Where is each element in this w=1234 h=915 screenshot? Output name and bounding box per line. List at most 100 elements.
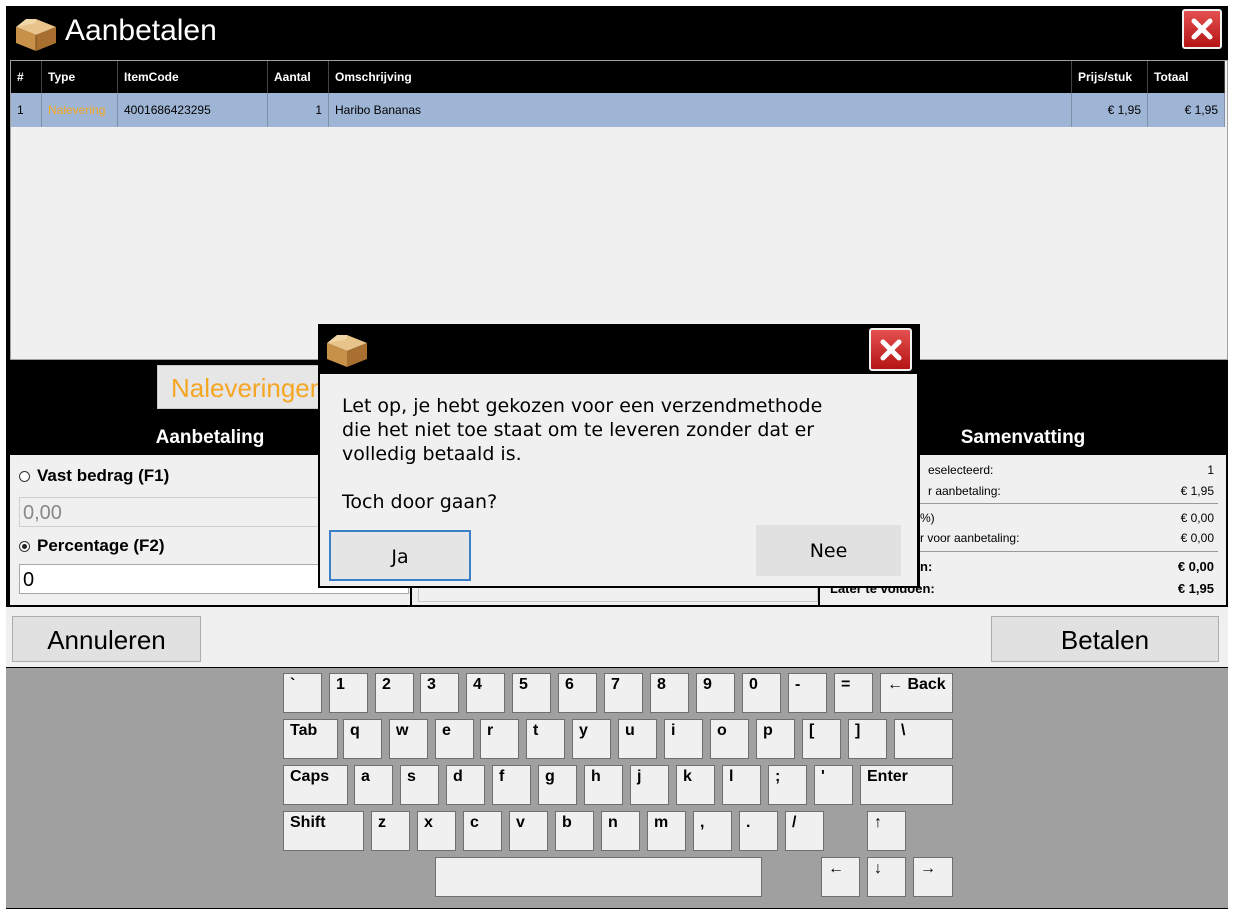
key-y[interactable]: y xyxy=(572,719,611,759)
cell-omschrijving: Haribo Bananas xyxy=(328,93,1072,127)
key-backspace[interactable]: ← Back xyxy=(880,673,953,713)
key-comma[interactable]: , xyxy=(693,811,732,851)
key-m[interactable]: m xyxy=(647,811,686,851)
window-title: Aanbetalen xyxy=(65,14,217,47)
select-dropdown[interactable]: Naleveringen xyxy=(157,365,327,409)
percentage-option[interactable]: Percentage (F2) xyxy=(19,536,165,556)
table-header-row: # Type ItemCode Aantal Omschrijving Prij… xyxy=(11,61,1225,93)
key-f[interactable]: f xyxy=(492,765,531,805)
window-close-button[interactable] xyxy=(1182,9,1222,49)
key-g[interactable]: g xyxy=(538,765,577,805)
cell-itemcode: 4001686423295 xyxy=(117,93,268,127)
cell-totaal: € 1,95 xyxy=(1147,93,1225,127)
vast-bedrag-label: Vast bedrag (F1) xyxy=(37,466,170,485)
key-9[interactable]: 9 xyxy=(696,673,735,713)
key-arrow-right[interactable]: → xyxy=(913,857,953,897)
key-s[interactable]: s xyxy=(400,765,439,805)
key-caps[interactable]: Caps xyxy=(283,765,348,805)
nee-button[interactable]: Nee xyxy=(756,525,901,576)
key-tab[interactable]: Tab xyxy=(283,719,338,759)
key-i[interactable]: i xyxy=(664,719,703,759)
key-arrow-up[interactable]: ↑ xyxy=(867,811,906,851)
key-4[interactable]: 4 xyxy=(466,673,505,713)
key-slash[interactable]: / xyxy=(785,811,824,851)
key-v[interactable]: v xyxy=(509,811,548,851)
key-semicolon[interactable]: ; xyxy=(768,765,807,805)
key-x[interactable]: x xyxy=(417,811,456,851)
sum-label-geselecteerd: eselecteerd: xyxy=(928,463,994,477)
cell-prijs: € 1,95 xyxy=(1071,93,1148,127)
sum-value-geselecteerd: 1 xyxy=(1207,463,1214,477)
key-5[interactable]: 5 xyxy=(512,673,551,713)
key-t[interactable]: t xyxy=(526,719,565,759)
table-row[interactable]: 1 Nalevering 4001686423295 1 Haribo Bana… xyxy=(11,93,1225,127)
cell-type: Nalevering xyxy=(41,93,118,127)
key-a[interactable]: a xyxy=(354,765,393,805)
package-box-icon xyxy=(16,19,56,51)
percentage-radio[interactable] xyxy=(19,540,30,552)
title-bar: Aanbetalen xyxy=(6,6,1228,56)
col-header-totaal[interactable]: Totaal xyxy=(1147,61,1225,93)
key-left-bracket[interactable]: [ xyxy=(802,719,841,759)
key-7[interactable]: 7 xyxy=(604,673,643,713)
key-backslash[interactable]: \ xyxy=(894,719,953,759)
vast-bedrag-option[interactable]: Vast bedrag (F1) xyxy=(19,466,169,486)
key-0[interactable]: 0 xyxy=(742,673,781,713)
close-icon xyxy=(880,339,901,360)
key-equals[interactable]: = xyxy=(834,673,873,713)
key-backtick[interactable]: ` xyxy=(283,673,322,713)
ja-button[interactable]: Ja xyxy=(329,530,471,581)
percentage-label: Percentage (F2) xyxy=(37,536,165,555)
key-minus[interactable]: - xyxy=(788,673,827,713)
key-d[interactable]: d xyxy=(446,765,485,805)
key-o[interactable]: o xyxy=(710,719,749,759)
sum-value-nu-te-betalen: € 0,00 xyxy=(1177,559,1214,574)
cell-nr: 1 xyxy=(11,93,42,127)
sum-value-later: € 1,95 xyxy=(1177,581,1214,596)
sum-label-aanbetaling: r aanbetaling: xyxy=(928,484,1001,498)
col-header-itemcode[interactable]: ItemCode xyxy=(117,61,268,93)
key-n[interactable]: n xyxy=(601,811,640,851)
col-header-prijs[interactable]: Prijs/stuk xyxy=(1071,61,1148,93)
cell-aantal: 1 xyxy=(267,93,329,127)
select-label: Selecteer: xyxy=(19,373,137,403)
key-k[interactable]: k xyxy=(676,765,715,805)
key-3[interactable]: 3 xyxy=(420,673,459,713)
key-e[interactable]: e xyxy=(435,719,474,759)
package-box-icon xyxy=(327,335,367,367)
sum-value-voor-aanbetaling: € 0,00 xyxy=(1180,531,1214,545)
vast-bedrag-radio[interactable] xyxy=(19,470,30,482)
dialog-message: Let op, je hebt gekozen voor een verzend… xyxy=(342,395,823,513)
col-header-type[interactable]: Type xyxy=(41,61,118,93)
key-period[interactable]: . xyxy=(739,811,778,851)
dialog-close-button[interactable] xyxy=(869,328,912,371)
key-l[interactable]: l xyxy=(722,765,761,805)
betalen-button[interactable]: Betalen xyxy=(991,616,1219,662)
items-table: # Type ItemCode Aantal Omschrijving Prij… xyxy=(10,60,1228,360)
key-6[interactable]: 6 xyxy=(558,673,597,713)
key-8[interactable]: 8 xyxy=(650,673,689,713)
key-c[interactable]: c xyxy=(463,811,502,851)
key-arrow-left[interactable]: ← xyxy=(821,857,860,897)
col-header-nr[interactable]: # xyxy=(11,61,42,93)
key-1[interactable]: 1 xyxy=(329,673,368,713)
key-b[interactable]: b xyxy=(555,811,594,851)
key-2[interactable]: 2 xyxy=(375,673,414,713)
col-header-aantal[interactable]: Aantal xyxy=(267,61,329,93)
key-w[interactable]: w xyxy=(389,719,428,759)
key-j[interactable]: j xyxy=(630,765,669,805)
key-z[interactable]: z xyxy=(371,811,410,851)
key-quote[interactable]: ' xyxy=(814,765,853,805)
key-shift[interactable]: Shift xyxy=(283,811,364,851)
col-header-omschrijving[interactable]: Omschrijving xyxy=(328,61,1072,93)
key-r[interactable]: r xyxy=(480,719,519,759)
key-h[interactable]: h xyxy=(584,765,623,805)
key-u[interactable]: u xyxy=(618,719,657,759)
key-enter[interactable]: Enter xyxy=(860,765,953,805)
key-arrow-down[interactable]: ↓ xyxy=(867,857,906,897)
annuleren-button[interactable]: Annuleren xyxy=(12,616,201,662)
key-q[interactable]: q xyxy=(343,719,382,759)
key-space[interactable] xyxy=(435,857,762,897)
key-p[interactable]: p xyxy=(756,719,795,759)
key-right-bracket[interactable]: ] xyxy=(848,719,887,759)
